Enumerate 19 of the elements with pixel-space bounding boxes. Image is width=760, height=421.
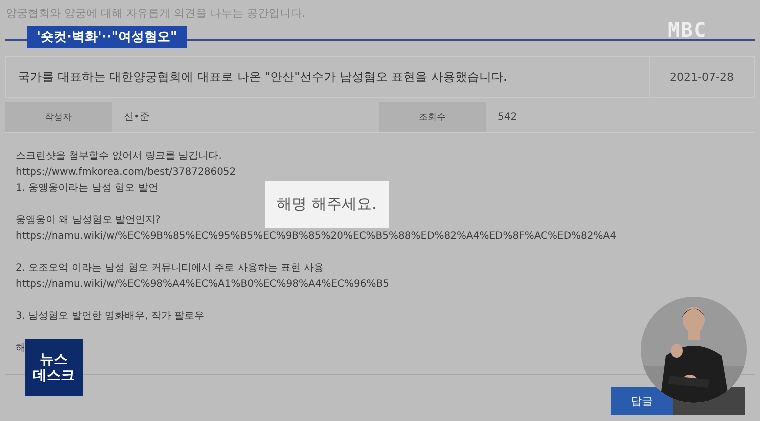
meta-label: 작성자 — [5, 102, 112, 132]
post-text: 해 — [16, 343, 26, 354]
post-text: 스크린샷을 첨부할수 없어서 링크를 남깁니다. — [16, 151, 222, 162]
post-date: 2021-07-28 — [649, 57, 754, 97]
post-text: 2. 오조오억 이라는 남성 혐오 커뮤니티에서 주로 사용하는 표현 사용 — [16, 263, 324, 274]
post-text: https://www.fmkorea.com/best/3787286052 — [16, 167, 236, 178]
meta-label: 조회수 — [379, 102, 486, 132]
post-text: https://namu.wiki/w/%EC%9B%85%EC%95%B5%EC%9B%85%20%EC%B5%88%ED%82%A4%ED%8F%AC%ED%82%A4 — [16, 231, 616, 242]
post-text: 1. 웅앵웅이라는 남성 혐오 발언 — [16, 183, 158, 194]
post-text: https://namu.wiki/w/%EC%98%A4%EC%A1%B0%EC%98%A4%EC%96%B5 — [16, 279, 390, 290]
post-text: 웅앵웅이 왜 남성혐오 발언인지? — [16, 215, 161, 226]
program-logo: 뉴스 데스크 — [25, 339, 83, 396]
news-caption: '숏컷·벽화'··"여성혐오" — [27, 26, 188, 48]
post-text: 3. 남성혐오 발언한 영화배우, 작가 팔로우 — [16, 311, 205, 322]
meta-value: 신•준 — [123, 111, 151, 125]
highlight-caption: 해명 해주세요. — [265, 181, 389, 228]
reply-button[interactable]: 답글 — [611, 387, 673, 415]
meta-value: 542 — [497, 110, 518, 124]
post-title: 국가를 대표하는 대한양궁협회에 대표로 나온 "안산"선수가 남성혐오 표현을 사용했습니다. — [17, 68, 508, 86]
